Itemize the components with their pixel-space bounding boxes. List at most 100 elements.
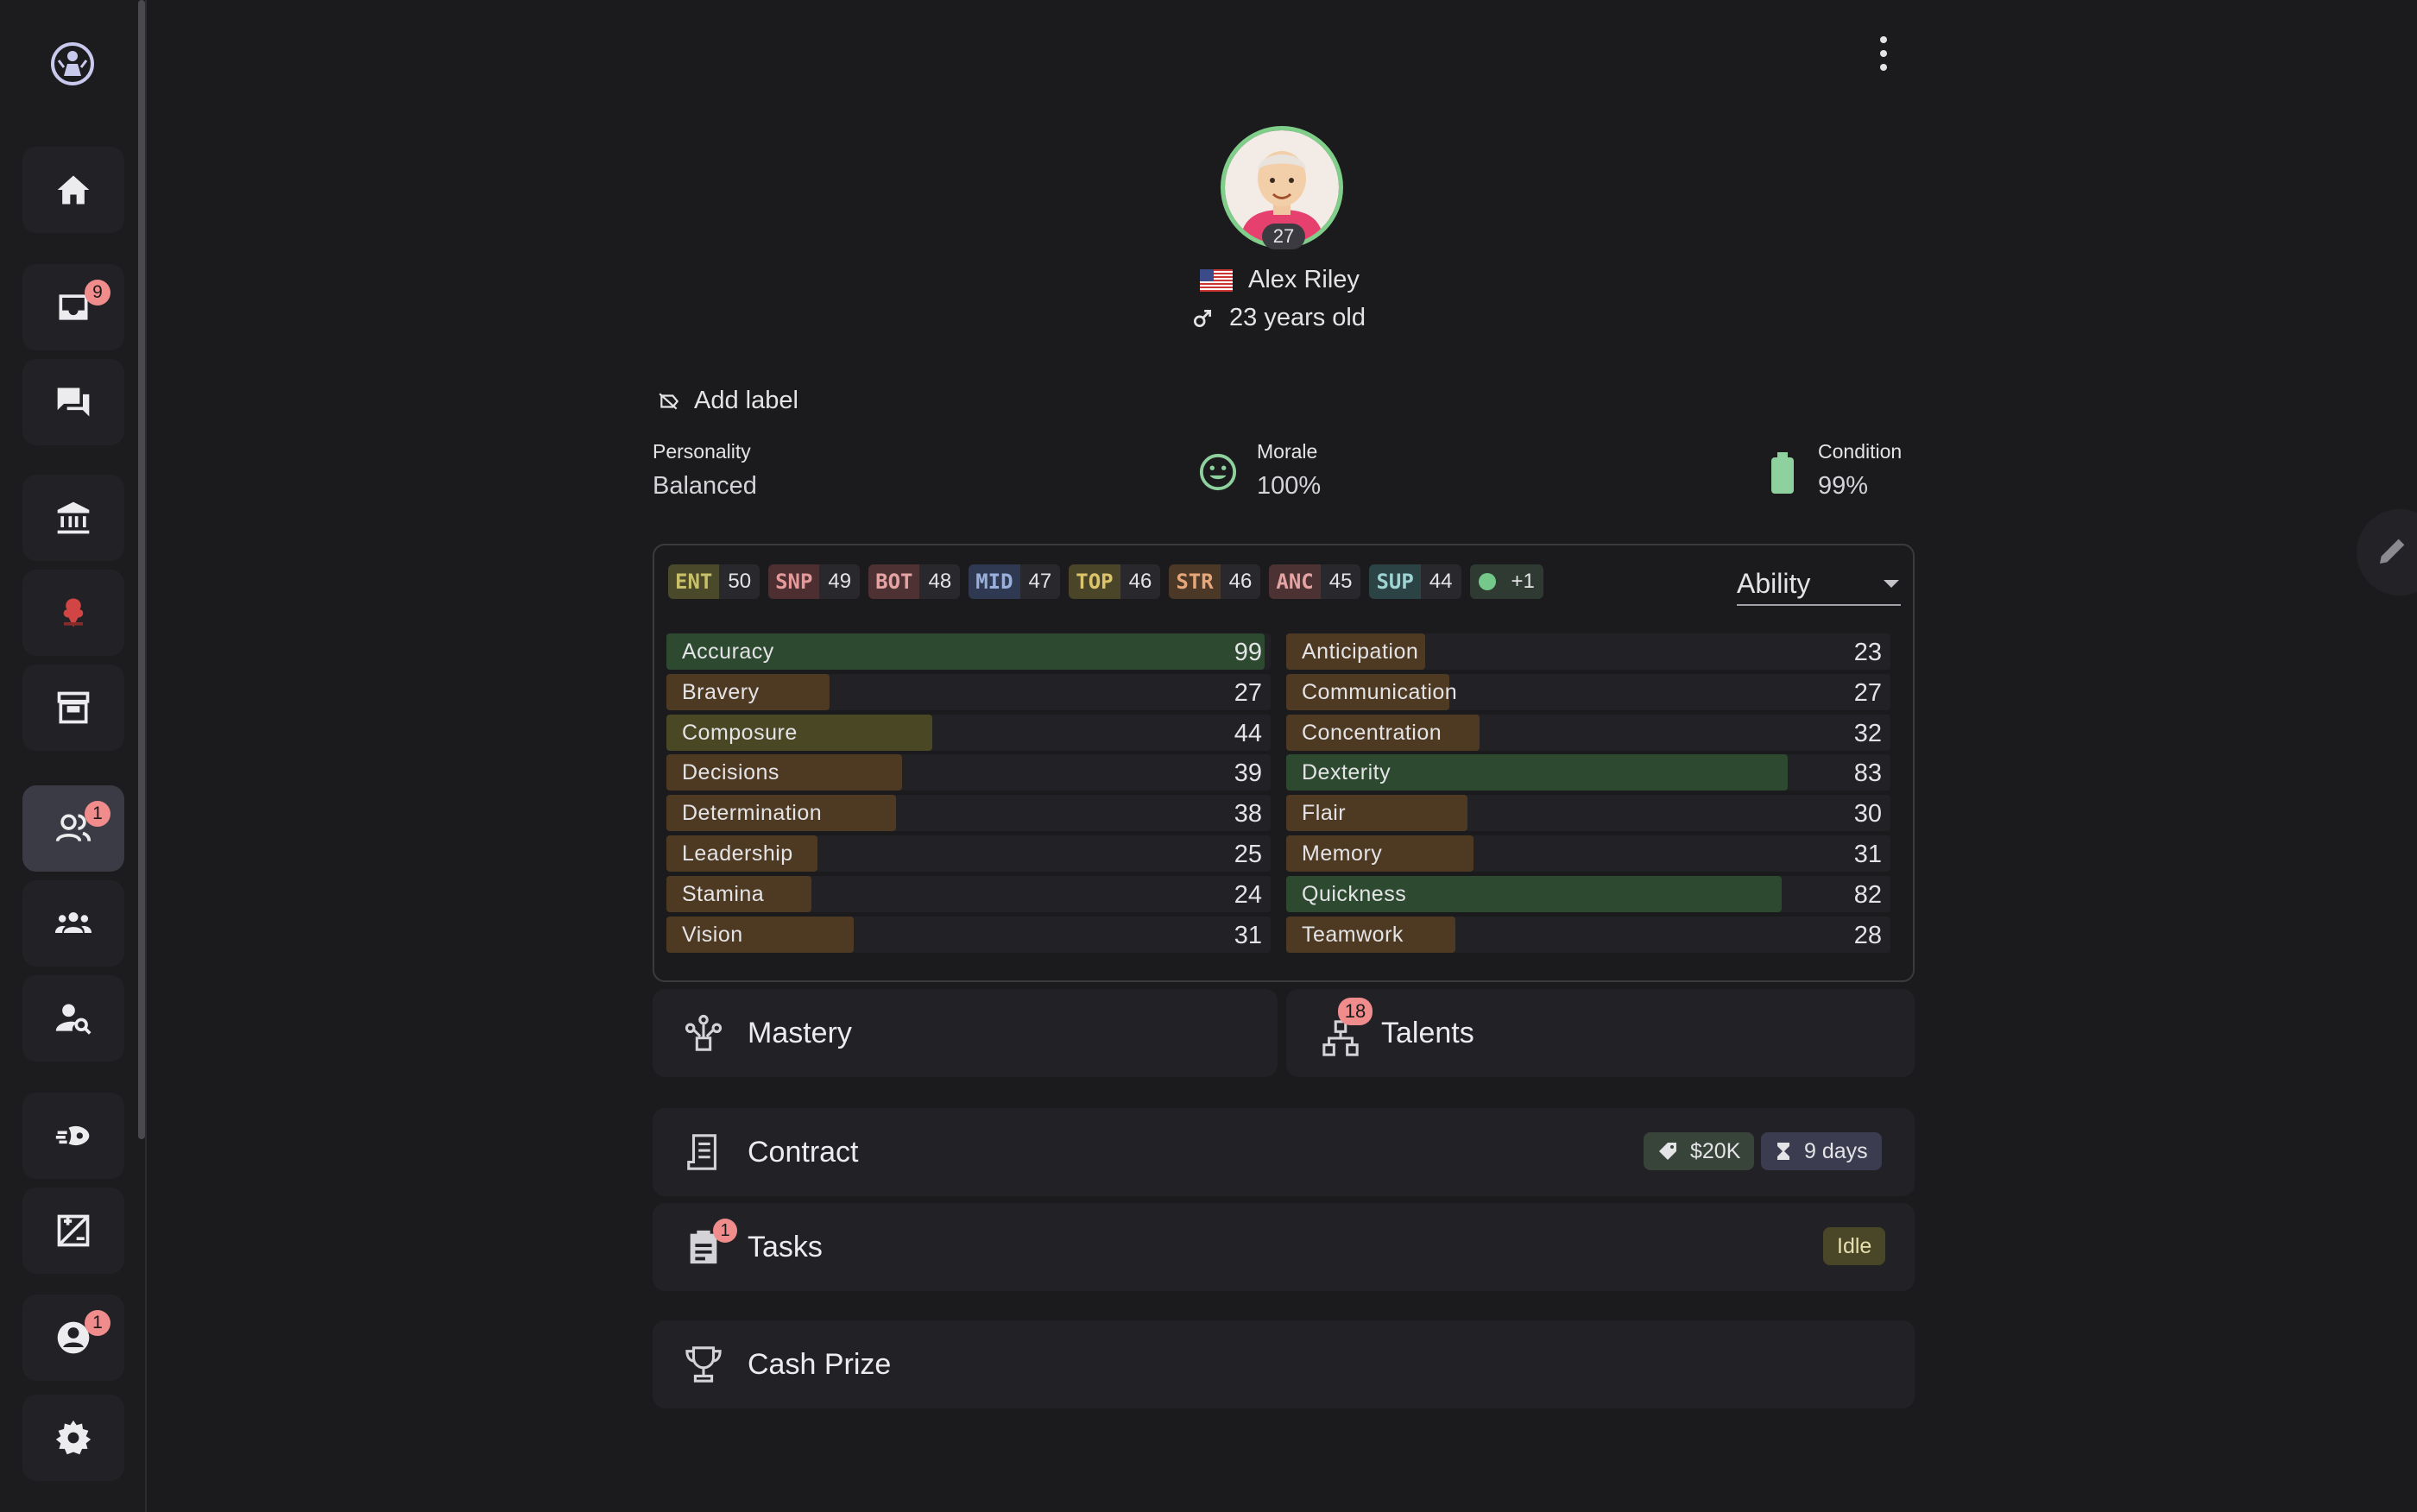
attribute-value: 38 (1234, 800, 1262, 828)
add-label-button[interactable]: Add label (658, 387, 798, 415)
sidebar-item-profile[interactable]: 1 (22, 1295, 124, 1381)
role-chip-value: 49 (828, 570, 852, 593)
attribute-value: 82 (1853, 880, 1882, 909)
attribute-row-accuracy[interactable]: Accuracy 99 (666, 633, 1271, 670)
sidebar-item-players[interactable]: 1 (22, 785, 124, 872)
training-icon (55, 1125, 90, 1146)
attribute-row-teamwork[interactable]: Teamwork 28 (1286, 916, 1890, 953)
role-chip-extra[interactable]: +1 (1469, 564, 1543, 599)
role-chip-mid[interactable]: MID 47 (969, 564, 1061, 599)
attribute-value: 99 (1234, 639, 1262, 666)
attribute-value: 24 (1234, 880, 1262, 909)
cash-prize-card[interactable]: Cash Prize (653, 1320, 1915, 1408)
price-tag-icon (1659, 1143, 1676, 1160)
contract-document-icon (687, 1134, 716, 1170)
attribute-row-stamina[interactable]: Stamina 24 (666, 875, 1271, 912)
role-chip-key: SUP (1369, 564, 1421, 599)
edit-button[interactable] (2357, 509, 2417, 595)
role-chip-top[interactable]: TOP 46 (1069, 564, 1161, 599)
male-icon (1193, 309, 1212, 327)
attribute-label: Vision (682, 922, 743, 947)
attribute-label: Leadership (682, 841, 793, 866)
battery-icon (1771, 452, 1794, 494)
attribute-row-memory[interactable]: Memory 31 (1286, 835, 1890, 872)
role-chip-ent[interactable]: ENT 50 (668, 564, 760, 599)
attribute-label: Accuracy (682, 639, 774, 664)
ability-select-value: Ability (1737, 567, 1811, 599)
sidebar: 9 1 1 (0, 0, 147, 1512)
sidebar-scrollbar[interactable] (138, 0, 145, 1139)
attribute-row-determination[interactable]: Determination 38 (666, 795, 1271, 832)
sidebar-item-archive[interactable] (22, 665, 124, 751)
attribute-value: 27 (1853, 678, 1882, 707)
morale-title: Morale (1257, 440, 1318, 463)
tasks-card[interactable]: 1 Tasks Idle (653, 1203, 1915, 1291)
archive-icon (57, 691, 90, 724)
attribute-value: 30 (1853, 800, 1882, 828)
role-chip-key: SNP (768, 564, 820, 599)
contract-duration-tag: 9 days (1761, 1132, 1882, 1170)
attribute-value: 28 (1853, 921, 1882, 949)
contract-card[interactable]: Contract $20K 9 days (653, 1108, 1915, 1196)
sidebar-item-group[interactable] (22, 880, 124, 967)
attribute-row-concentration[interactable]: Concentration 32 (1286, 714, 1890, 751)
attribute-row-communication[interactable]: Communication 27 (1286, 673, 1890, 710)
chat-icon (57, 387, 90, 417)
person-search-icon (55, 1004, 92, 1035)
attribute-value: 27 (1234, 678, 1262, 707)
role-chip-extra-value: +1 (1511, 570, 1535, 593)
contract-duration: 9 days (1804, 1138, 1868, 1163)
talents-title: Talents (1381, 1017, 1474, 1049)
sidebar-item-home[interactable] (22, 147, 124, 233)
talents-badge: 18 (1338, 998, 1373, 1025)
attribute-label: Teamwork (1302, 922, 1404, 947)
attribute-label: Memory (1302, 841, 1383, 866)
attributes-right-column: Anticipation 23 Communication 27 Concentrati… (1286, 633, 1890, 956)
sidebar-item-bank[interactable] (22, 475, 124, 561)
app-logo-icon[interactable] (50, 41, 95, 86)
sidebar-item-scout[interactable] (22, 975, 124, 1062)
more-options-icon[interactable] (1873, 35, 1894, 72)
role-chips: ENT 50 SNP 49 BOT 48 MID 47 TOP 46 STR 46 ANC 45 SUP 44… (668, 564, 1543, 599)
talents-card[interactable]: 18 Talents (1286, 989, 1915, 1077)
role-chip-value: 44 (1429, 570, 1453, 593)
attribute-value: 39 (1234, 759, 1262, 788)
attribute-row-flair[interactable]: Flair 30 (1286, 795, 1890, 832)
attribute-row-leadership[interactable]: Leadership 25 (666, 835, 1271, 872)
role-chip-value: 47 (1028, 570, 1052, 593)
role-chip-value: 48 (928, 570, 952, 593)
role-chip-str[interactable]: STR 46 (1169, 564, 1261, 599)
us-flag-icon (1200, 268, 1233, 292)
sidebar-item-chat[interactable] (22, 359, 124, 445)
player-name: Alex Riley (1248, 266, 1360, 293)
role-chip-anc[interactable]: ANC 45 (1269, 564, 1361, 599)
attribute-row-quickness[interactable]: Quickness 82 (1286, 875, 1890, 912)
attribute-label: Quickness (1302, 881, 1407, 906)
ability-select[interactable]: Ability (1737, 563, 1901, 606)
condition-title: Condition (1818, 440, 1903, 463)
role-chip-snp[interactable]: SNP 49 (768, 564, 861, 599)
attribute-row-decisions[interactable]: Decisions 39 (666, 754, 1271, 791)
attribute-row-dexterity[interactable]: Dexterity 83 (1286, 754, 1890, 791)
mastery-card[interactable]: Mastery (653, 989, 1278, 1077)
attribute-value: 23 (1853, 639, 1882, 666)
role-chip-bot[interactable]: BOT 48 (868, 564, 961, 599)
group-icon (54, 912, 92, 933)
attributes-left-column: Accuracy 99 Bravery 27 Composure 44 Decisions 3… (666, 633, 1271, 956)
sidebar-item-stats[interactable] (22, 1188, 124, 1274)
sidebar-item-inbox[interactable]: 9 (22, 264, 124, 350)
smiley-icon (1199, 453, 1237, 491)
personality-value: Balanced (653, 472, 757, 500)
tasks-status-badge: Idle (1823, 1227, 1886, 1265)
attribute-row-composure[interactable]: Composure 44 (666, 714, 1271, 751)
sidebar-item-settings[interactable] (22, 1395, 124, 1481)
role-chip-key: ANC (1269, 564, 1321, 599)
role-chip-key: STR (1169, 564, 1221, 599)
attribute-row-vision[interactable]: Vision 31 (666, 916, 1271, 953)
attribute-row-bravery[interactable]: Bravery 27 (666, 673, 1271, 710)
sidebar-item-team-logo[interactable] (22, 570, 124, 656)
attribute-row-anticipation[interactable]: Anticipation 23 (1286, 633, 1890, 670)
personality-title: Personality (653, 440, 751, 463)
sidebar-item-training[interactable] (22, 1093, 124, 1179)
role-chip-sup[interactable]: SUP 44 (1369, 564, 1461, 599)
